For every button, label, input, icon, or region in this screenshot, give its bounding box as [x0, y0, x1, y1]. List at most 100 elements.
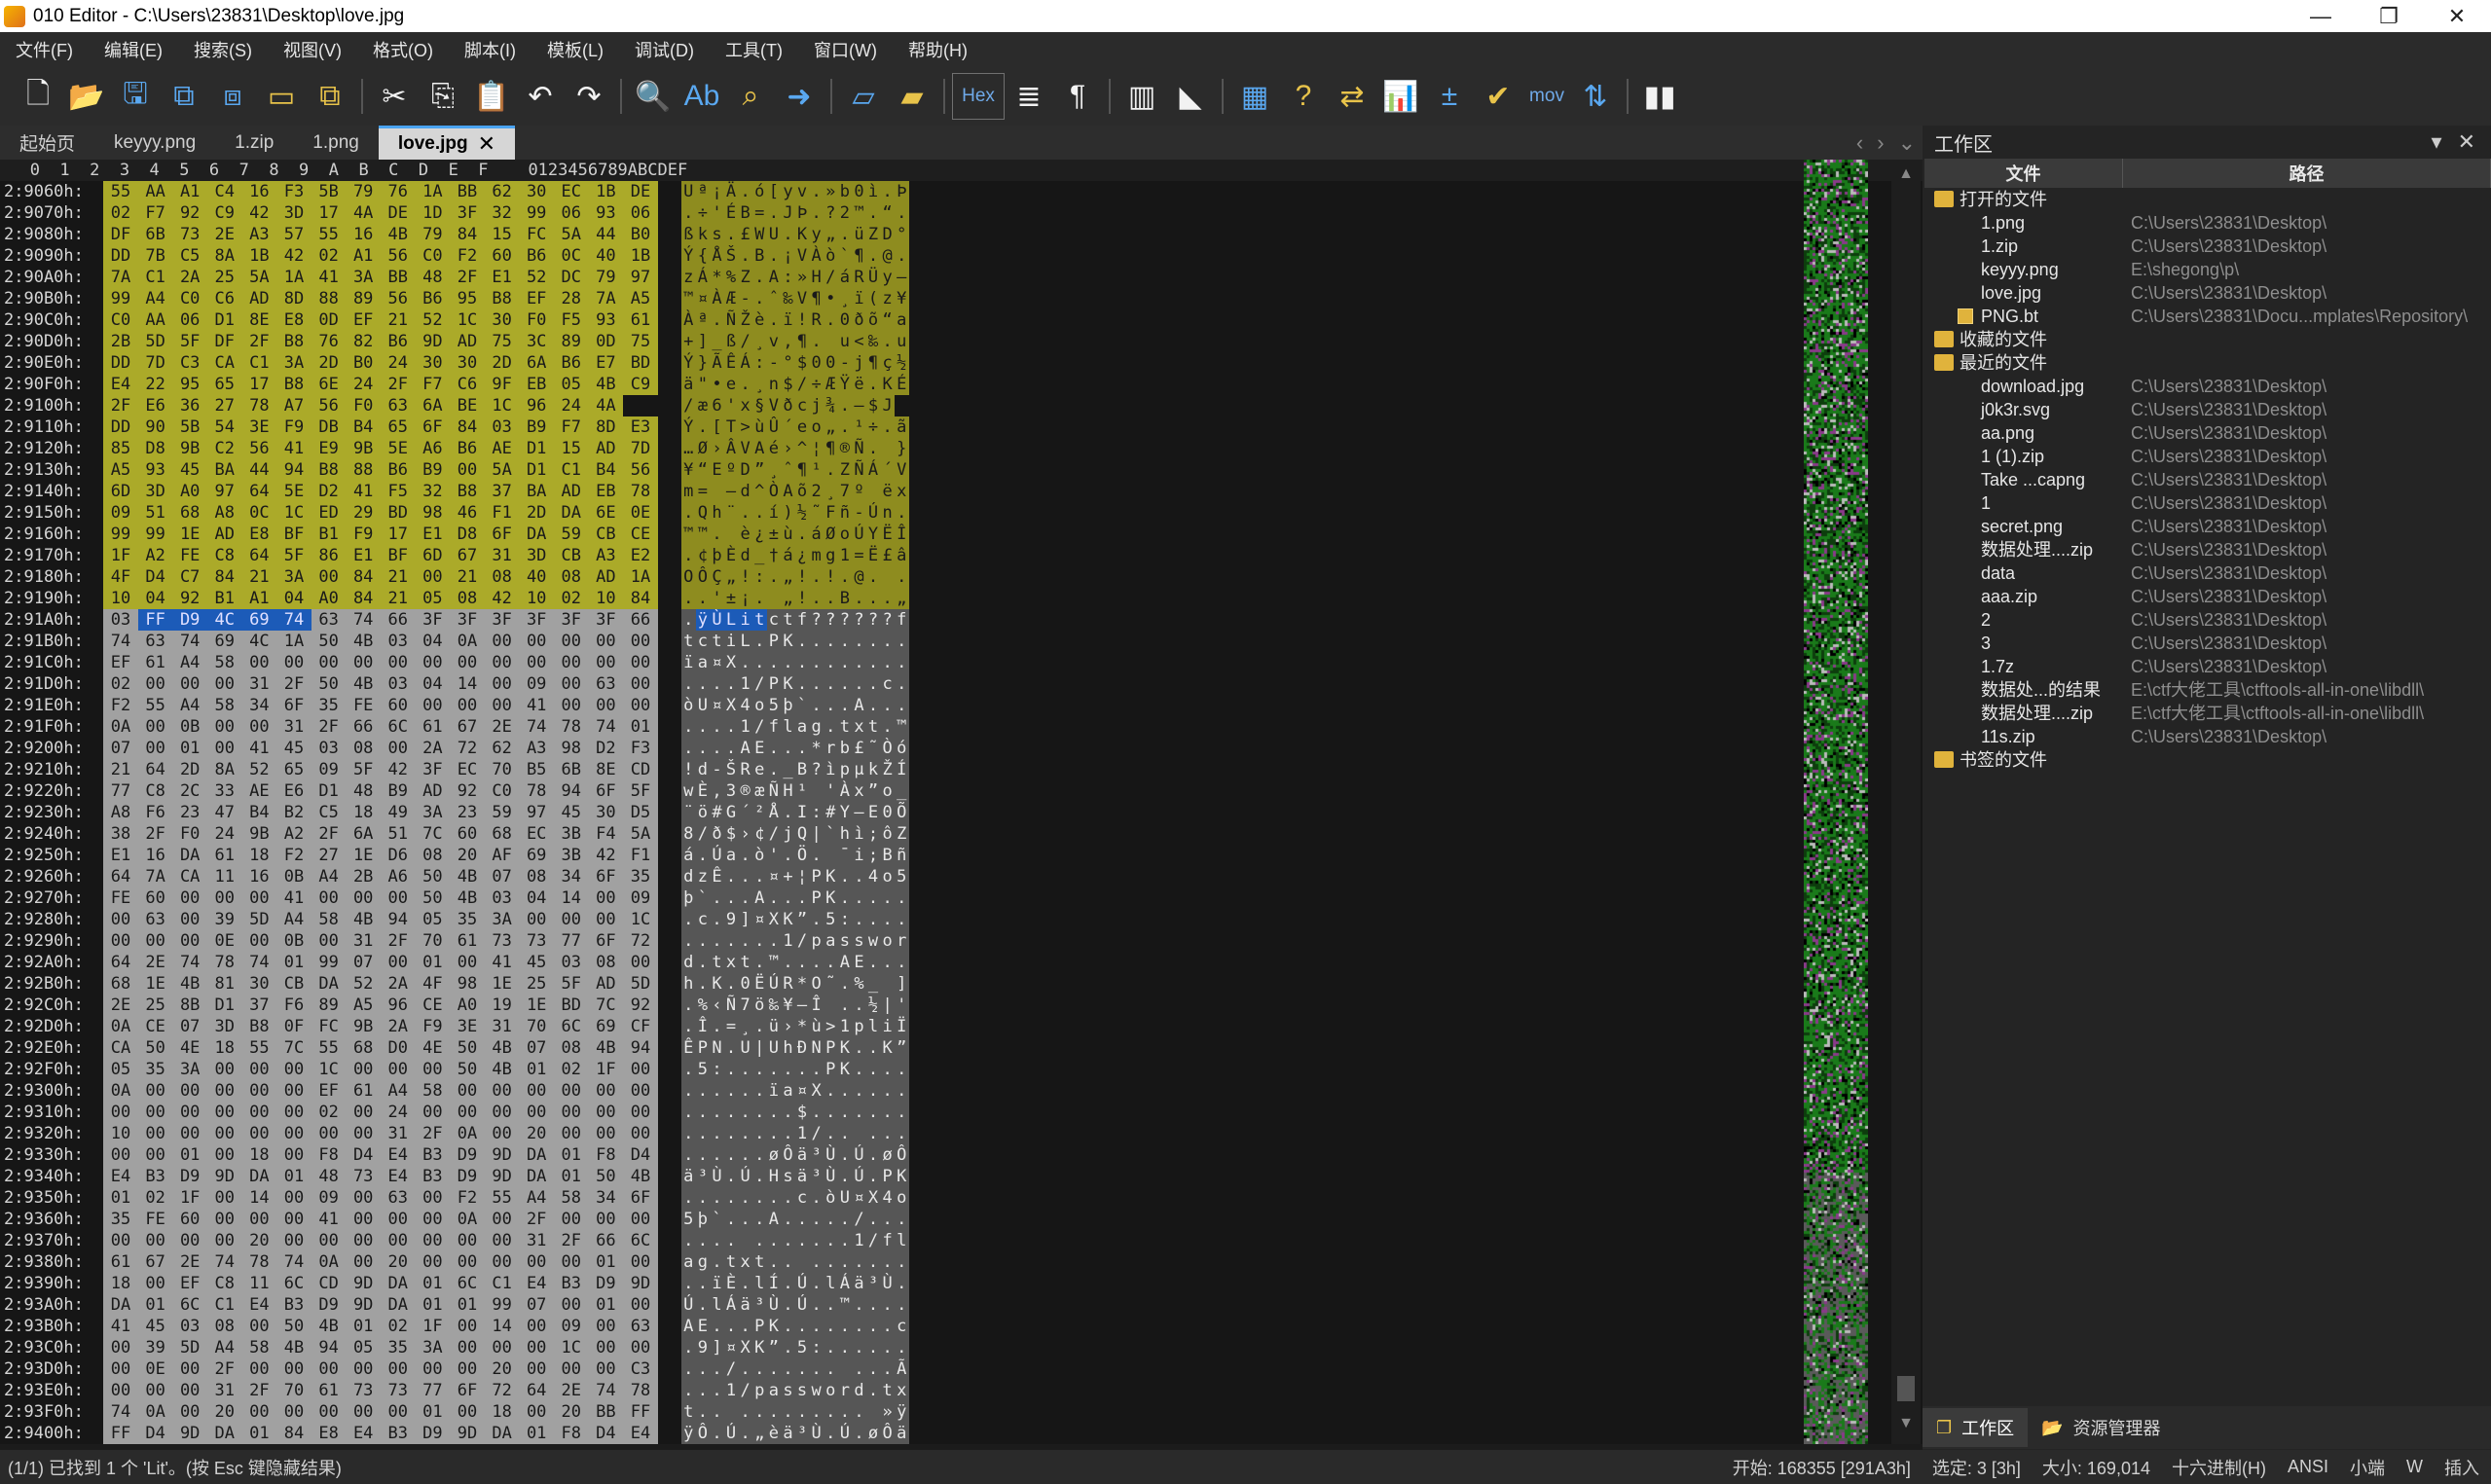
ascii-char[interactable]: Þ: [895, 181, 909, 202]
hex-byte[interactable]: 00: [450, 1337, 485, 1358]
ascii-char[interactable]: K: [824, 866, 838, 887]
ascii-char[interactable]: t: [738, 952, 752, 973]
hex-byte[interactable]: 88: [311, 288, 347, 309]
hex-byte[interactable]: 2E: [484, 716, 520, 738]
hex-byte[interactable]: 00: [241, 1316, 277, 1337]
ascii-char[interactable]: Ú: [710, 845, 724, 866]
hex-byte[interactable]: 2F: [311, 823, 347, 845]
ascii-char[interactable]: .: [766, 202, 782, 224]
ascii-char[interactable]: .: [766, 1401, 782, 1423]
hex-byte[interactable]: 6A: [415, 395, 451, 416]
hex-byte[interactable]: 74: [346, 609, 382, 631]
ascii-char[interactable]: E: [695, 1316, 711, 1337]
hex-byte[interactable]: A3: [588, 545, 624, 566]
ascii-char[interactable]: ³: [809, 1144, 824, 1166]
hex-byte[interactable]: 00: [553, 631, 589, 652]
hex-byte[interactable]: 01: [172, 738, 208, 759]
hex-byte[interactable]: 00: [276, 1358, 311, 1380]
ascii-char[interactable]: .: [895, 1251, 909, 1273]
hex-byte[interactable]: 56: [380, 288, 416, 309]
ascii-char[interactable]: f: [766, 716, 782, 738]
hex-row[interactable]: 2:9400h: FF D4 9D DA 01 84 E8 E4 B3 D9 9D DA 01 F8 D4 E4…: [0, 1423, 909, 1444]
hex-byte[interactable]: BD: [623, 352, 658, 374]
hex-row[interactable]: 2:9390h: 18 00 EF C8 11 6C CD 9D DA 01 6C C1 E4 B3 D9 9D…: [0, 1273, 909, 1294]
ascii-char[interactable]: Ù: [766, 1294, 782, 1316]
hex-byte[interactable]: 29: [346, 502, 382, 524]
hex-byte[interactable]: 6F: [450, 1380, 485, 1401]
hex-byte[interactable]: 07: [484, 866, 520, 887]
ascii-char[interactable]: .: [681, 1102, 696, 1123]
hex-byte[interactable]: 56: [311, 395, 347, 416]
hex-byte[interactable]: FE: [172, 545, 208, 566]
ascii-char[interactable]: .: [852, 1316, 866, 1337]
hex-byte[interactable]: 4B: [450, 866, 485, 887]
hex-byte[interactable]: CD: [623, 759, 658, 780]
hex-byte[interactable]: 55: [311, 1037, 347, 1059]
ascii-char[interactable]: ;: [865, 845, 881, 866]
ascii-char[interactable]: c: [880, 673, 895, 695]
hex-byte[interactable]: 1E: [172, 524, 208, 545]
ascii-char[interactable]: .: [781, 224, 795, 245]
hex-byte[interactable]: DA: [519, 1166, 555, 1187]
ascii-char[interactable]: ?: [809, 609, 824, 631]
ascii-char[interactable]: O: [681, 566, 696, 588]
ascii-char[interactable]: •: [824, 288, 838, 309]
ascii-char[interactable]: –: [794, 995, 810, 1016]
ascii-char[interactable]: .: [880, 588, 895, 609]
ascii-char[interactable]: K: [710, 973, 724, 995]
ascii-char[interactable]: c: [895, 1316, 909, 1337]
hex-byte[interactable]: 21: [241, 566, 277, 588]
ascii-char[interactable]: e: [794, 416, 810, 438]
ascii-char[interactable]: Ý: [681, 416, 696, 438]
ascii-char[interactable]: Y: [837, 802, 853, 823]
ascii-char[interactable]: R: [809, 309, 824, 331]
ascii-char[interactable]: d: [738, 545, 752, 566]
ascii-char[interactable]: [766, 588, 782, 609]
ascii-char[interactable]: Ù: [710, 609, 724, 631]
status-insert[interactable]: 插入: [2444, 1455, 2479, 1480]
hex-byte[interactable]: B3: [137, 1166, 173, 1187]
ascii-char[interactable]: ­: [880, 973, 895, 995]
hex-row[interactable]: 2:9160h: 99 99 1E AD E8 BF B1 F9 17 E1 D8 6F DA 59 CB CE…: [0, 524, 909, 545]
ascii-char[interactable]: .: [895, 887, 909, 909]
ascii-char[interactable]: .: [809, 845, 824, 866]
ascii-char[interactable]: Ç: [710, 566, 724, 588]
hex-byte[interactable]: 00: [623, 1123, 658, 1144]
ascii-char[interactable]: ]: [895, 973, 909, 995]
hex-byte[interactable]: 00: [311, 1401, 347, 1423]
hex-byte[interactable]: 8E: [588, 759, 624, 780]
hex-byte[interactable]: 2E: [553, 1380, 589, 1401]
hex-byte[interactable]: 2F: [241, 1380, 277, 1401]
ascii-char[interactable]: °: [781, 352, 795, 374]
ascii-char[interactable]: 0: [738, 973, 752, 995]
hex-byte[interactable]: BD: [553, 995, 589, 1016]
hex-byte[interactable]: 4B: [484, 1037, 520, 1059]
hex-byte[interactable]: B3: [553, 1273, 589, 1294]
hex-byte[interactable]: 50: [311, 673, 347, 695]
hex-byte[interactable]: 14: [450, 673, 485, 695]
ascii-char[interactable]: Ú: [794, 1294, 810, 1316]
ascii-char[interactable]: Ã: [710, 352, 724, 374]
hex-byte[interactable]: AD: [588, 438, 624, 459]
hex-byte[interactable]: 45: [276, 738, 311, 759]
hex-byte[interactable]: 74: [276, 609, 311, 631]
ascii-char[interactable]: Ê: [710, 866, 724, 887]
hex-byte[interactable]: AD: [450, 331, 485, 352]
ascii-char[interactable]: .: [837, 1080, 853, 1102]
ascii-char[interactable]: ?: [809, 759, 824, 780]
hex-byte[interactable]: 93: [588, 202, 624, 224]
ascii-char[interactable]: ”: [766, 1337, 782, 1358]
hex-byte[interactable]: 0C: [241, 502, 277, 524]
ascii-char[interactable]: g: [824, 545, 838, 566]
hex-byte[interactable]: EF: [311, 1080, 347, 1102]
goto-icon[interactable]: ➜: [775, 73, 824, 120]
hex-row[interactable]: 2:90D0h: 2B 5D 5F DF 2F B8 76 82 B6 9D AD 75 3C 89 0D 75…: [0, 331, 909, 352]
hex-byte[interactable]: 08: [450, 588, 485, 609]
hex-byte[interactable]: B8: [450, 481, 485, 502]
hex-byte[interactable]: 00: [137, 1230, 173, 1251]
hex-byte[interactable]: 00: [241, 1401, 277, 1423]
ascii-char[interactable]: s: [710, 224, 724, 245]
ascii-char[interactable]: ®: [738, 780, 752, 802]
hex-byte[interactable]: E4: [103, 374, 138, 395]
ascii-char[interactable]: ³: [865, 1273, 881, 1294]
